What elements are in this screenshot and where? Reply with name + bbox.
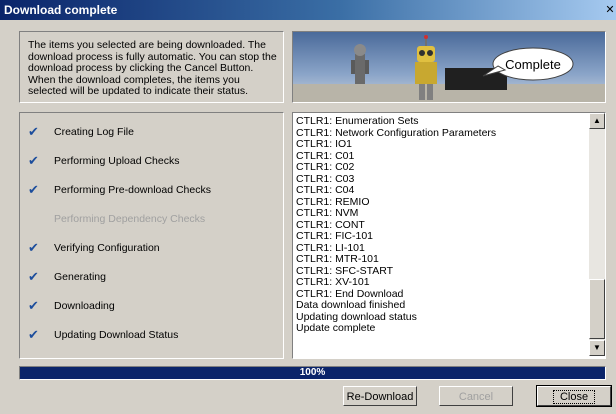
step-upload-checks: ✔ Performing Upload Checks bbox=[20, 153, 283, 171]
scroll-thumb[interactable] bbox=[589, 279, 605, 339]
close-icon[interactable]: ✕ bbox=[604, 2, 616, 18]
step-verifying-configuration: ✔ Verifying Configuration bbox=[20, 240, 283, 258]
close-button[interactable]: Close bbox=[536, 385, 612, 407]
cancel-label: Cancel bbox=[458, 391, 494, 403]
checkmark-icon: ✔ bbox=[28, 153, 39, 168]
robot-body bbox=[415, 62, 437, 84]
log-lines: CTLR1: Enumeration Sets CTLR1: Network C… bbox=[296, 115, 586, 335]
log-line: CTLR1: IO1 bbox=[296, 138, 353, 150]
step-label: Performing Dependency Checks bbox=[54, 213, 206, 225]
log-line: CTLR1: XV-101 bbox=[296, 276, 370, 288]
step-label: Creating Log File bbox=[54, 126, 134, 138]
intro-text: The items you selected are being downloa… bbox=[28, 39, 277, 97]
checkmark-icon: ✔ bbox=[28, 269, 39, 284]
progress-percent: 100% bbox=[299, 367, 326, 378]
checkmark-icon: ✔ bbox=[28, 124, 39, 139]
robot-small-head bbox=[354, 44, 366, 56]
redownload-button[interactable]: Re-Download bbox=[343, 386, 417, 406]
step-downloading: ✔ Downloading bbox=[20, 298, 283, 316]
log-line: CTLR1: NVM bbox=[296, 207, 359, 219]
status-banner: Complete bbox=[292, 31, 606, 103]
step-generating: ✔ Generating bbox=[20, 269, 283, 287]
progress-bar: 100% bbox=[19, 366, 606, 380]
download-complete-dialog: Download complete ✕ The items you select… bbox=[0, 0, 616, 414]
log-line: CTLR1: C04 bbox=[296, 184, 355, 196]
intro-panel: The items you selected are being downloa… bbox=[19, 31, 284, 103]
checkmark-icon: ✔ bbox=[28, 298, 39, 313]
robot-illustration: Complete bbox=[293, 35, 605, 102]
log-line: CTLR1: MTR-101 bbox=[296, 253, 379, 265]
log-line: Data download finished bbox=[296, 299, 406, 311]
step-label: Verifying Configuration bbox=[54, 242, 160, 254]
step-label: Performing Upload Checks bbox=[54, 155, 180, 167]
checkmark-icon: ✔ bbox=[28, 240, 39, 255]
step-label: Performing Pre-download Checks bbox=[54, 184, 211, 196]
log-line: Update complete bbox=[296, 322, 376, 334]
bubble-text: Complete bbox=[505, 57, 561, 72]
close-label: Close bbox=[552, 390, 596, 404]
step-creating-log-file: ✔ Creating Log File bbox=[20, 124, 283, 142]
steps-panel: ✔ Creating Log File ✔ Performing Upload … bbox=[19, 112, 284, 359]
step-label: Downloading bbox=[54, 300, 115, 312]
checkmark-icon: ✔ bbox=[28, 182, 39, 197]
log-line: CTLR1: Enumeration Sets bbox=[296, 115, 419, 127]
log-line: CTLR1: C02 bbox=[296, 161, 355, 173]
step-updating-download-status: ✔ Updating Download Status bbox=[20, 327, 283, 345]
robot-small-body bbox=[355, 54, 365, 84]
checkmark-icon: ✔ bbox=[28, 327, 39, 342]
redownload-label: Re-Download bbox=[346, 391, 414, 403]
scroll-down-icon[interactable]: ▼ bbox=[589, 340, 605, 356]
title-bar: Download complete ✕ bbox=[0, 0, 616, 20]
step-label: Updating Download Status bbox=[54, 329, 179, 341]
step-dependency-checks: Performing Dependency Checks bbox=[20, 211, 283, 229]
log-line: CTLR1: FIC-101 bbox=[296, 230, 374, 242]
download-log[interactable]: CTLR1: Enumeration Sets CTLR1: Network C… bbox=[292, 112, 606, 359]
vertical-scrollbar[interactable]: ▲ ▼ bbox=[589, 113, 605, 356]
step-predownload-checks: ✔ Performing Pre-download Checks bbox=[20, 182, 283, 200]
window-title: Download complete bbox=[4, 3, 118, 17]
cancel-button[interactable]: Cancel bbox=[439, 386, 513, 406]
step-label: Generating bbox=[54, 271, 106, 283]
scroll-up-icon[interactable]: ▲ bbox=[589, 113, 605, 129]
